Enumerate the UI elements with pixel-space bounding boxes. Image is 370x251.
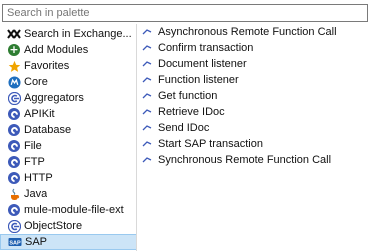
sidebar-item-search-exchange[interactable]: Search in Exchange...: [0, 26, 136, 42]
operation-list: Asynchronous Remote Function Call Confir…: [142, 24, 370, 251]
operation-icon: [142, 27, 154, 37]
operation-item[interactable]: Synchronous Remote Function Call: [142, 152, 331, 168]
connector-icon: [7, 91, 21, 105]
operation-icon: [142, 91, 154, 101]
operation-icon: [142, 43, 154, 53]
operation-label: Retrieve IDoc: [158, 106, 225, 118]
sidebar-item-file[interactable]: File: [0, 138, 136, 154]
operation-icon: [142, 75, 154, 85]
sidebar-item-core[interactable]: Core: [0, 74, 136, 90]
sidebar-item-label: Favorites: [24, 60, 70, 72]
operation-label: Start SAP transaction: [158, 138, 263, 150]
sidebar-item-label: Java: [24, 188, 48, 200]
module-icon: [7, 203, 21, 217]
operation-label: Confirm transaction: [158, 42, 254, 54]
operation-label: Get function: [158, 90, 218, 102]
sidebar-item-mule-module-file-ext[interactable]: mule-module-file-ext: [0, 202, 136, 218]
sidebar-item-aggregators[interactable]: Aggregators: [0, 90, 136, 106]
operation-item[interactable]: Start SAP transaction: [142, 136, 263, 152]
plus-circle-icon: +: [8, 43, 20, 56]
sidebar-item-label: Add Modules: [24, 44, 89, 56]
sidebar-item-label: SAP: [25, 236, 48, 248]
operation-item[interactable]: Asynchronous Remote Function Call: [142, 24, 337, 40]
sidebar-item-label: Aggregators: [24, 92, 84, 104]
operation-item[interactable]: Get function: [142, 88, 217, 104]
connector-icon: [7, 219, 21, 233]
file-icon: [7, 139, 21, 153]
svg-text:SAP: SAP: [9, 241, 21, 247]
sidebar-item-add-modules[interactable]: + Add Modules: [0, 42, 136, 58]
sidebar-item-label: Core: [24, 76, 48, 88]
sidebar-item-label: mule-module-file-ext: [24, 204, 124, 216]
sidebar-item-label: File: [24, 140, 42, 152]
sidebar-item-database[interactable]: Database: [0, 122, 136, 138]
sidebar-item-label: APIKit: [24, 108, 55, 120]
operation-icon: [142, 59, 154, 69]
java-icon: [7, 187, 21, 201]
operation-label: Asynchronous Remote Function Call: [158, 26, 337, 38]
exchange-icon: [7, 27, 21, 41]
sidebar-item-objectstore[interactable]: ObjectStore: [0, 218, 136, 234]
operation-item[interactable]: Confirm transaction: [142, 40, 253, 56]
sidebar-item-label: FTP: [24, 156, 45, 168]
operation-icon: [142, 155, 154, 165]
operation-item[interactable]: Retrieve IDoc: [142, 104, 225, 120]
operation-label: Document listener: [158, 58, 247, 70]
http-icon: [7, 171, 21, 185]
operation-icon: [142, 139, 154, 149]
star-icon: [7, 59, 21, 73]
sidebar-item-http[interactable]: HTTP: [0, 170, 136, 186]
operation-item[interactable]: Send IDoc: [142, 120, 209, 136]
operation-label: Send IDoc: [158, 122, 210, 134]
database-icon: [7, 123, 21, 137]
operation-icon: [142, 107, 154, 117]
sidebar-item-favorites[interactable]: Favorites: [0, 58, 136, 74]
operation-label: Function listener: [158, 74, 239, 86]
sidebar-item-label: HTTP: [24, 172, 53, 184]
sidebar-item-ftp[interactable]: FTP: [0, 154, 136, 170]
ftp-icon: [7, 155, 21, 169]
operation-item[interactable]: Document listener: [142, 56, 247, 72]
operation-icon: [142, 123, 154, 133]
operation-label: Synchronous Remote Function Call: [158, 154, 332, 166]
palette-search-input[interactable]: [2, 4, 368, 22]
sidebar-item-label: Search in Exchange...: [24, 28, 132, 40]
operation-item[interactable]: Function listener: [142, 72, 239, 88]
sidebar-item-java[interactable]: Java: [0, 186, 136, 202]
apikit-icon: [7, 107, 21, 121]
mule-icon: [7, 75, 21, 89]
sidebar-item-label: ObjectStore: [24, 220, 83, 232]
sidebar-item-label: Database: [24, 124, 72, 136]
sap-icon: SAP: [8, 235, 22, 249]
module-list: Search in Exchange... + Add Modules Favo…: [0, 24, 137, 251]
sidebar-item-apikit[interactable]: APIKit: [0, 106, 136, 122]
sidebar-item-sap[interactable]: SAP SAP: [0, 234, 136, 250]
